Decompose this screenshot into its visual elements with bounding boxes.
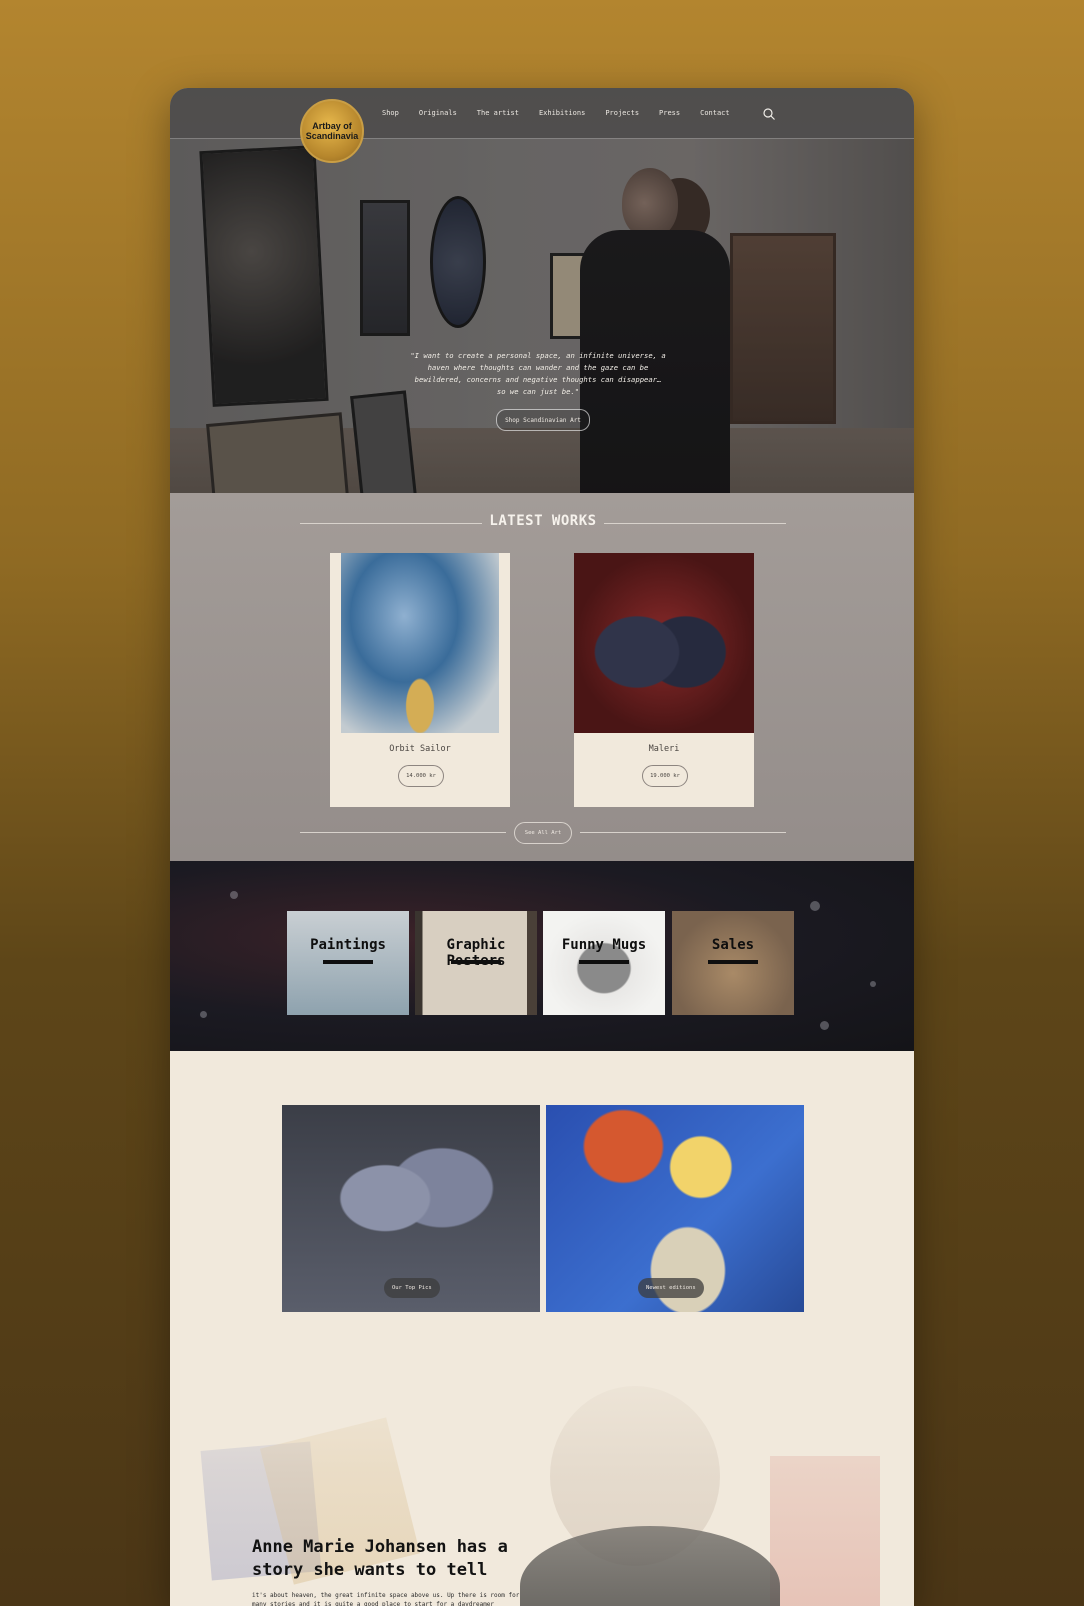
hero-section: Artbay of Scandinavia Shop Originals The…: [170, 88, 914, 493]
features-section: Our Top Pics Newest editions Anne Marie …: [170, 1051, 914, 1606]
divider: [604, 523, 786, 524]
latest-works-section: LATEST WORKS Orbit Sailor 14.000 kr Male…: [170, 493, 914, 861]
category-label: Sales: [711, 937, 755, 953]
nav-the-artist[interactable]: The artist: [477, 109, 519, 117]
product-card[interactable]: Orbit Sailor 14.000 kr: [330, 553, 510, 807]
story-text: it's about heaven, the great infinite sp…: [252, 1592, 520, 1606]
category-paintings[interactable]: Paintings: [287, 911, 409, 1015]
browser-frame: Artbay of Scandinavia Shop Originals The…: [170, 88, 914, 1606]
search-icon[interactable]: [763, 108, 775, 120]
category-funny-mugs[interactable]: Funny Mugs: [543, 911, 665, 1015]
divider: [300, 832, 506, 833]
product-image[interactable]: [341, 553, 499, 733]
category-label: Paintings: [310, 937, 386, 953]
product-price-button[interactable]: 19.000 kr: [642, 765, 688, 787]
categories-section: Paintings Graphic Posters Funny Mugs Sal…: [170, 861, 914, 1051]
category-label: Funny Mugs: [561, 937, 647, 953]
product-image[interactable]: [574, 553, 754, 733]
shop-scandinavian-art-button[interactable]: Shop Scandinavian Art: [496, 409, 590, 431]
story-title: Anne Marie Johansen has a story she want…: [252, 1537, 508, 1580]
product-card[interactable]: Maleri 19.000 kr: [574, 553, 754, 807]
nav-press[interactable]: Press: [659, 109, 680, 117]
nav-originals[interactable]: Originals: [419, 109, 457, 117]
category-sales[interactable]: Sales: [672, 911, 794, 1015]
top-pics-tile[interactable]: Our Top Pics: [282, 1105, 540, 1312]
our-top-pics-button[interactable]: Our Top Pics: [384, 1278, 440, 1298]
divider: [580, 832, 786, 833]
newest-editions-tile[interactable]: Newest editions: [546, 1105, 804, 1312]
artist-story-section: Anne Marie Johansen has a story she want…: [170, 1356, 914, 1606]
product-name[interactable]: Maleri: [574, 744, 754, 754]
see-all-art-button[interactable]: See All Art: [514, 822, 572, 844]
nav-exhibitions[interactable]: Exhibitions: [539, 109, 585, 117]
site-logo[interactable]: Artbay of Scandinavia: [300, 99, 364, 163]
newest-editions-button[interactable]: Newest editions: [638, 1278, 704, 1298]
nav-shop[interactable]: Shop: [382, 109, 399, 117]
logo-text: Artbay of Scandinavia: [305, 121, 359, 141]
main-nav: Shop Originals The artist Exhibitions Pr…: [382, 88, 750, 138]
product-name[interactable]: Orbit Sailor: [330, 744, 510, 754]
hero-quote: "I want to create a personal space, an i…: [410, 351, 666, 396]
category-graphic-posters[interactable]: Graphic Posters: [415, 911, 537, 1015]
nav-contact[interactable]: Contact: [700, 109, 730, 117]
nav-projects[interactable]: Projects: [605, 109, 639, 117]
product-price-button[interactable]: 14.000 kr: [398, 765, 444, 787]
category-label: Graphic Posters: [446, 937, 506, 969]
section-title: LATEST WORKS: [489, 513, 597, 529]
